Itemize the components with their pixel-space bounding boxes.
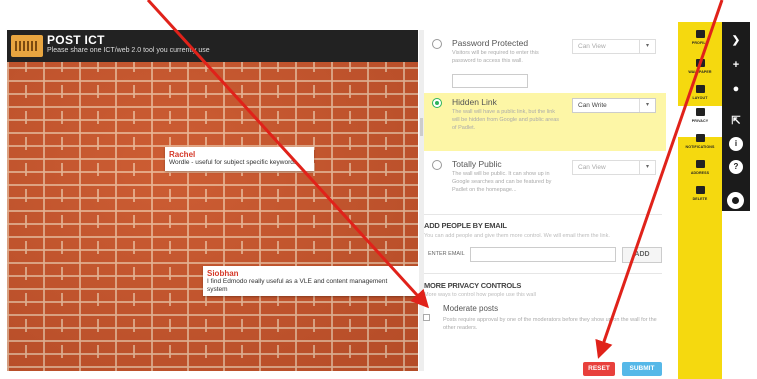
post-card[interactable]: Rachel Wordle - useful for subject speci… <box>165 147 314 171</box>
option-description: Visitors will be required to enter this … <box>452 50 539 64</box>
permission-select[interactable]: Can View ▾ <box>572 160 656 175</box>
padlet-screen: POST ICT Please share one ICT/web 2.0 to… <box>0 0 757 379</box>
sidebar-item-label: WALLPAPER <box>688 70 712 74</box>
post-author: Siobhan <box>207 269 239 278</box>
permission-value: Can Write <box>578 102 607 109</box>
sidebar-item-label: PROFILE <box>691 41 709 45</box>
chevron-icon[interactable]: ❯ <box>729 34 743 48</box>
email-label: ENTER EMAIL <box>428 251 465 257</box>
info-icon[interactable]: i <box>729 137 743 151</box>
option-title: Hidden Link <box>452 97 497 107</box>
wall-logo-icon <box>11 35 43 57</box>
trash-icon <box>695 186 705 194</box>
post-card[interactable]: Siobhan I find Edmodo really useful as a… <box>203 266 418 296</box>
permission-value: Can View <box>578 164 606 171</box>
option-title: Password Protected <box>452 38 529 48</box>
radio-hidden-link[interactable] <box>432 98 442 108</box>
add-people-title: ADD PEOPLE BY EMAIL <box>424 221 507 230</box>
privacy-option-public[interactable]: Totally Public The wall will be public. … <box>424 155 666 205</box>
reset-button[interactable]: RESET <box>583 362 615 376</box>
post-author: Rachel <box>169 150 196 159</box>
radio-password[interactable] <box>432 39 442 49</box>
layout-icon <box>695 85 705 93</box>
permission-value: Can View <box>578 43 606 50</box>
wall-subtitle: Please share one ICT/web 2.0 tool you cu… <box>47 47 210 54</box>
sidebar-item-label: PRIVACY <box>691 119 709 123</box>
wall-shading <box>7 30 418 371</box>
sidebar-item-delete[interactable]: DELETE <box>678 184 722 215</box>
moderate-posts-description: Posts require approval by one of the mod… <box>443 317 657 332</box>
post-body: Wordle - useful for subject specific key… <box>169 159 298 166</box>
sidebar-item-label: NOTIFICATIONS <box>685 145 715 149</box>
link-icon <box>695 160 705 168</box>
lock-icon <box>695 108 705 116</box>
more-privacy-title: MORE PRIVACY CONTROLS <box>424 281 522 290</box>
notifications-icon <box>695 134 705 142</box>
radio-public[interactable] <box>432 160 442 170</box>
permission-select[interactable]: Can Write ▾ <box>572 98 656 113</box>
image-icon <box>695 30 705 38</box>
permission-select[interactable]: Can View ▾ <box>572 39 656 54</box>
add-people-description: You can add people and give them more co… <box>424 233 610 239</box>
plus-icon[interactable]: + <box>729 58 743 72</box>
privacy-option-hidden-link[interactable]: Hidden Link The wall will have a public … <box>424 93 666 151</box>
help-icon[interactable]: ? <box>729 160 743 174</box>
share-icon[interactable]: ⇱ <box>729 114 743 128</box>
caret-down-icon: ▾ <box>639 40 655 53</box>
sidebar-item-profile[interactable]: PROFILE <box>678 28 722 59</box>
more-privacy-description: More ways to control how people use this… <box>424 292 536 298</box>
email-field[interactable] <box>470 247 616 262</box>
submit-button[interactable]: SUBMIT <box>622 362 662 376</box>
option-description: The wall will have a public link, but th… <box>452 109 560 131</box>
option-title: Totally Public <box>452 159 502 169</box>
option-description: The wall will be public. It can show up … <box>452 171 552 193</box>
wallpaper-icon <box>695 59 705 67</box>
section-divider <box>424 273 662 274</box>
password-input[interactable] <box>452 74 528 88</box>
caret-down-icon: ▾ <box>639 161 655 174</box>
section-divider <box>424 214 662 215</box>
wall-title: POST ICT <box>47 33 105 47</box>
sidebar-item-label: LAYOUT <box>692 96 708 100</box>
post-body: I find Edmodo really useful as a VLE and… <box>207 278 388 294</box>
privacy-option-password[interactable]: Password Protected Visitors will be requ… <box>424 34 666 89</box>
brick-wall-background[interactable] <box>7 30 418 371</box>
sidebar-item-label: ADDRESS <box>690 171 710 175</box>
add-email-button[interactable]: ADD <box>622 247 662 263</box>
moderate-posts-label: Moderate posts <box>443 304 499 313</box>
user-icon[interactable]: ● <box>729 82 743 96</box>
moderate-posts-checkbox[interactable] <box>423 314 430 321</box>
settings-icon[interactable] <box>727 192 744 209</box>
caret-down-icon: ▾ <box>639 99 655 112</box>
sidebar-item-label: DELETE <box>692 197 708 201</box>
